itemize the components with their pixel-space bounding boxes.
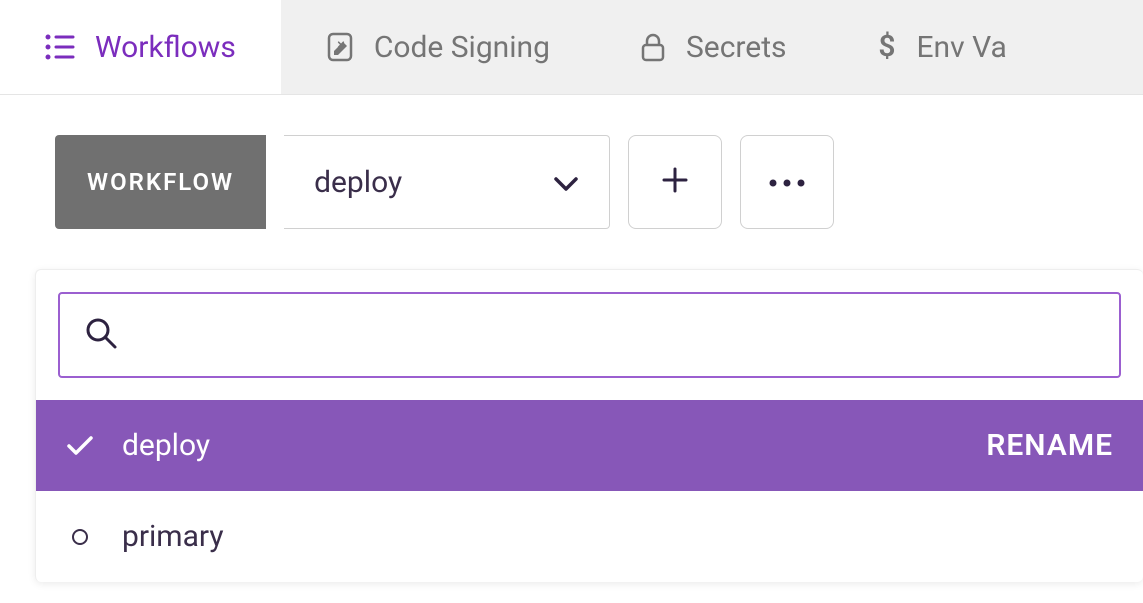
tab-label: Secrets [686, 30, 787, 65]
add-workflow-button[interactable] [628, 135, 722, 229]
workflow-dropdown-panel: deploy RENAME primary [35, 269, 1143, 582]
plus-icon [660, 165, 690, 199]
svg-text:$: $ [878, 31, 895, 63]
document-icon [326, 32, 354, 62]
more-horizontal-icon [767, 173, 807, 192]
check-icon [66, 435, 94, 457]
tab-env-vars[interactable]: $ Env Va [832, 0, 1052, 94]
tab-label: Workflows [95, 30, 236, 65]
workflow-selector[interactable]: deploy [284, 135, 610, 229]
chevron-down-icon [553, 165, 579, 200]
tab-code-signing[interactable]: Code Signing [281, 0, 595, 94]
tab-secrets[interactable]: Secrets [595, 0, 832, 94]
workflow-option-label: primary [122, 519, 1113, 554]
workflow-option-label: deploy [122, 428, 958, 463]
dollar-icon: $ [877, 31, 897, 63]
workflow-option-deploy[interactable]: deploy RENAME [36, 400, 1143, 491]
workflow-option-primary[interactable]: primary [36, 491, 1143, 582]
unselected-marker [66, 529, 94, 545]
tabs-bar: Workflows Code Signing Secrets $ Env Va [0, 0, 1143, 95]
tab-workflows[interactable]: Workflows [0, 0, 281, 94]
rename-action[interactable]: RENAME [986, 428, 1113, 463]
workflow-toolbar: WORKFLOW deploy [0, 95, 1143, 249]
search-icon [84, 316, 118, 354]
workflow-label: WORKFLOW [55, 135, 266, 229]
workflow-selected-value: deploy [314, 165, 402, 200]
list-icon [45, 33, 75, 61]
tab-label: Code Signing [374, 30, 550, 65]
search-wrap [36, 270, 1143, 400]
lock-icon [640, 32, 666, 62]
search-input[interactable] [134, 319, 1095, 351]
search-box[interactable] [58, 292, 1121, 378]
more-actions-button[interactable] [740, 135, 834, 229]
tab-label: Env Va [917, 30, 1007, 65]
